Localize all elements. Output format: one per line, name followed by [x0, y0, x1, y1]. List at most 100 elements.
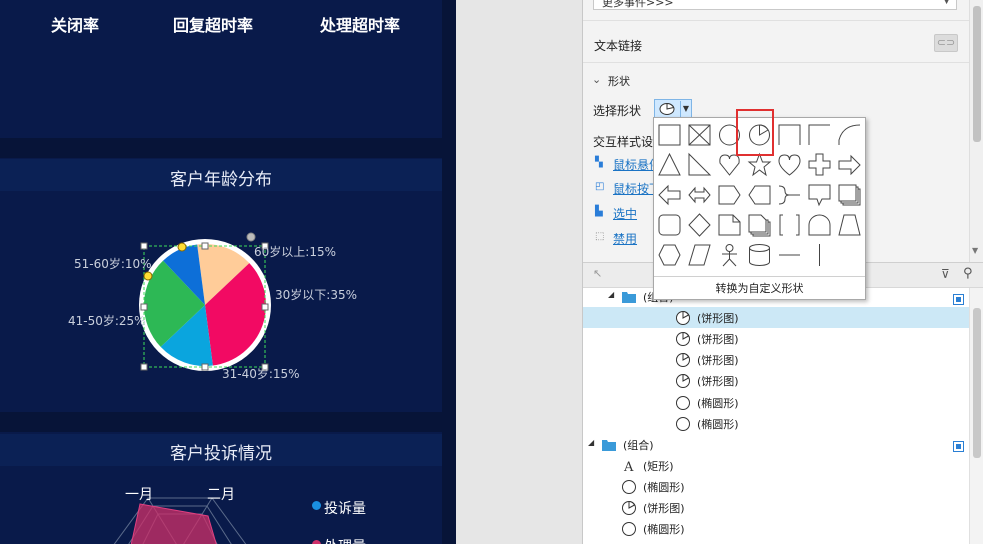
- ellipse-icon: [621, 521, 637, 537]
- canvas-gutter: [456, 0, 582, 544]
- angle-handle-1[interactable]: [177, 242, 187, 252]
- brace-icon[interactable]: [777, 182, 803, 208]
- text-link-button[interactable]: ⊂⊃: [934, 34, 958, 52]
- outline-row[interactable]: ◢ (组合): [583, 434, 969, 455]
- handle-ml[interactable]: [140, 303, 148, 311]
- handle-bl[interactable]: [140, 363, 148, 371]
- outline-row[interactable]: (饼形图): [583, 349, 969, 370]
- folded-page-icon[interactable]: [717, 212, 743, 238]
- bracket-icon[interactable]: [777, 212, 803, 238]
- outline-back-icon[interactable]: ↖: [593, 267, 602, 280]
- horizontal-line-icon[interactable]: [777, 242, 803, 268]
- angle-handle-2[interactable]: [143, 271, 153, 281]
- outline-row-label: (饼形图): [643, 502, 685, 515]
- curved-corner-icon[interactable]: [837, 122, 863, 148]
- pages-icon[interactable]: [747, 212, 773, 238]
- text-a-icon: A: [621, 458, 637, 475]
- pie-label-31-40: 31-40岁:15%: [222, 367, 300, 381]
- outline-row[interactable]: (椭圆形): [583, 518, 969, 539]
- interaction-disabled[interactable]: 禁用: [613, 230, 637, 247]
- more-events-dropdown[interactable]: 更多事件>>> ▼: [593, 0, 957, 10]
- outline-row[interactable]: (饼形图): [583, 370, 969, 391]
- outline-row[interactable]: (椭圆形): [583, 392, 969, 413]
- rounded-rect-icon[interactable]: [657, 212, 683, 238]
- vertical-line-icon[interactable]: [807, 242, 833, 268]
- interaction-style-label: 交互样式设: [593, 135, 654, 149]
- pie-label-51-60: 51-60岁:10%: [74, 257, 152, 271]
- outline-row[interactable]: (椭圆形): [583, 413, 969, 434]
- semicircle-icon[interactable]: [807, 212, 833, 238]
- handle-tl[interactable]: [140, 242, 148, 250]
- expand-triangle-icon[interactable]: ◢: [588, 438, 594, 447]
- rect-top-edge-icon[interactable]: [777, 122, 803, 148]
- arrow-left-icon[interactable]: [657, 182, 683, 208]
- interaction-selected[interactable]: 选中: [613, 205, 637, 222]
- more-events-value: 更多事件>>>: [602, 0, 674, 9]
- pie-icon: [675, 352, 691, 368]
- rectangle-icon[interactable]: [657, 122, 683, 148]
- outline-row-label: (椭圆形): [643, 480, 685, 494]
- pie-icon: [675, 310, 691, 326]
- visibility-toggle[interactable]: [953, 294, 964, 305]
- pentagon-tag-icon[interactable]: [717, 182, 743, 208]
- crossed-box-icon[interactable]: [687, 122, 713, 148]
- shape-dropdown-arrow-icon[interactable]: ▼: [680, 101, 691, 117]
- outline-row-label: (椭圆形): [697, 417, 739, 431]
- outline-scrollbar[interactable]: [969, 288, 983, 544]
- outline-row[interactable]: (椭圆形): [583, 476, 969, 497]
- mouse-down-icon: ◰: [595, 181, 605, 192]
- disabled-icon: ⬚: [595, 231, 605, 242]
- visibility-toggle[interactable]: [953, 441, 964, 452]
- outline-row[interactable]: (饼形图): [583, 328, 969, 349]
- filter-icon[interactable]: ⊽: [941, 267, 950, 281]
- hexagon-icon[interactable]: [657, 242, 683, 268]
- convert-to-custom-shape-button[interactable]: 转换为自定义形状: [654, 276, 865, 300]
- outline-row-label: (椭圆形): [697, 396, 739, 410]
- outline-row[interactable]: (饼形图): [583, 307, 969, 329]
- pie-icon: [675, 373, 691, 389]
- pie-label-60plus: 60岁以上:15%: [254, 245, 336, 259]
- plus-icon[interactable]: [807, 152, 833, 178]
- search-icon[interactable]: ⚲: [963, 266, 973, 281]
- folder-icon: [601, 437, 617, 453]
- diamond-icon[interactable]: [687, 212, 713, 238]
- handle-tm[interactable]: [201, 242, 209, 250]
- parallelogram-icon[interactable]: [687, 242, 713, 268]
- person-icon[interactable]: [717, 242, 743, 268]
- folder-icon: [621, 289, 637, 305]
- outline-scrollbar-thumb[interactable]: [973, 308, 981, 458]
- chevron-down-icon: ▼: [943, 0, 950, 6]
- rect-corner-icon[interactable]: [807, 122, 833, 148]
- outline-row-label: (饼形图): [697, 312, 739, 326]
- chevron-tag-icon[interactable]: [747, 182, 773, 208]
- stack-icon[interactable]: [837, 182, 863, 208]
- trapezoid-icon[interactable]: [837, 212, 863, 238]
- scrollbar-thumb[interactable]: [973, 6, 981, 142]
- legend-dot-handled: [312, 540, 321, 544]
- handle-bm[interactable]: [201, 363, 209, 371]
- outline-row[interactable]: (饼形图): [583, 497, 969, 518]
- outline-row-label: (饼形图): [697, 354, 739, 368]
- expand-triangle-icon[interactable]: ◢: [608, 290, 614, 299]
- inspector-scrollbar[interactable]: [969, 0, 983, 262]
- triangle-icon[interactable]: [657, 152, 683, 178]
- double-arrow-icon[interactable]: [687, 182, 713, 208]
- arrow-right-icon[interactable]: [837, 152, 863, 178]
- collapse-chevron-icon[interactable]: ⌄: [592, 73, 601, 86]
- design-canvas[interactable]: 关闭率 回复超时率 处理超时率 客户年龄分布 60岁以上:15% 30岁以下:3…: [0, 0, 456, 544]
- outline-row-label: (矩形): [643, 459, 674, 473]
- scroll-down-arrow-icon[interactable]: ▼: [972, 246, 978, 255]
- right-triangle-icon[interactable]: [687, 152, 713, 178]
- selected-icon: ▙: [595, 206, 603, 217]
- callout-icon[interactable]: [807, 182, 833, 208]
- radar-label-jan: 一月: [125, 487, 153, 503]
- handle-mr[interactable]: [261, 303, 269, 311]
- shape-picker-button[interactable]: ▼: [654, 99, 692, 119]
- shape-section-label: 形状: [608, 75, 630, 88]
- heart-icon[interactable]: [777, 152, 803, 178]
- database-icon[interactable]: [747, 242, 773, 268]
- outline-row[interactable]: A (矩形): [583, 455, 969, 476]
- ellipse-icon: [675, 416, 691, 432]
- rotate-handle[interactable]: [246, 232, 256, 242]
- outline-tree: (椭圆形) (饼形图) (椭圆形) A (矩形) ◢ (组合) (椭圆形) (椭圆形) (饼形图)…: [583, 288, 969, 544]
